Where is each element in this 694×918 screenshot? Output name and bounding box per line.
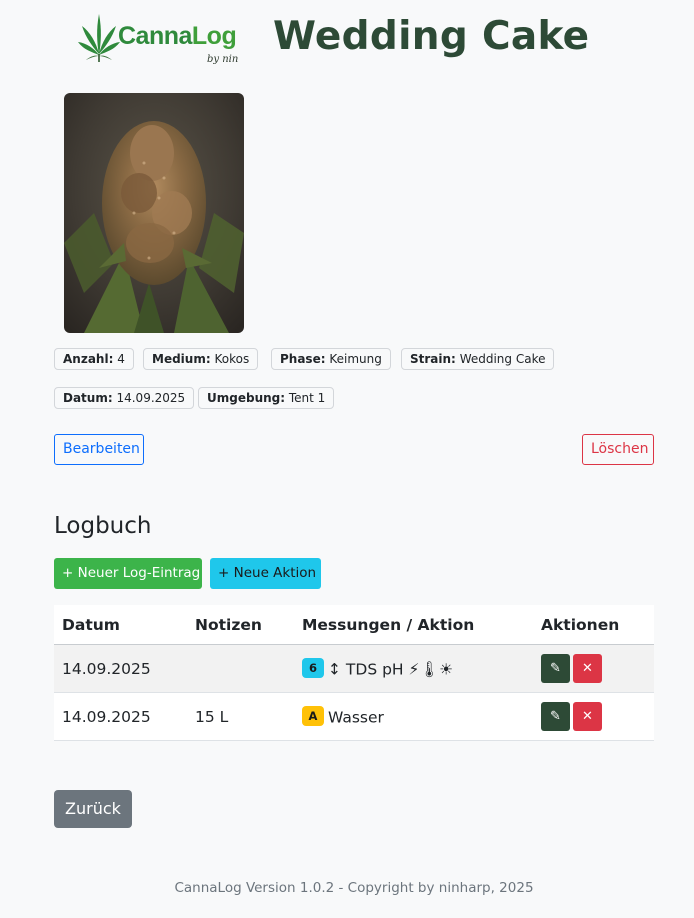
row-edit-button[interactable]: ✎: [541, 654, 570, 683]
measurement-count-badge: 6: [302, 658, 324, 678]
page-header: CannaLog by nin Wedding Cake: [0, 0, 694, 80]
badge-anzahl: Anzahl: 4: [54, 348, 134, 370]
action-name: Wasser: [328, 708, 384, 727]
edit-button[interactable]: Bearbeiten: [54, 434, 144, 465]
row-delete-button[interactable]: ✕: [573, 654, 602, 683]
measurement-icons: ↕ TDS pH ⚡🌡☀: [328, 660, 453, 679]
badge-medium: Medium: Kokos: [143, 348, 259, 370]
table-header: Datum Notizen Messungen / Aktion Aktione…: [54, 605, 654, 645]
pencil-icon: ✎: [550, 661, 561, 676]
table-row: 14.09.2025 15 L A Wasser ✎ ✕: [54, 693, 654, 741]
row-measurements: A Wasser: [302, 706, 384, 728]
row-notes: 15 L: [195, 708, 229, 726]
close-icon: ✕: [582, 661, 593, 676]
action-type-badge: A: [302, 706, 324, 726]
badge-phase: Phase: Keimung: [271, 348, 391, 370]
footer-copyright: CannaLog Version 1.0.2 - Copyright by ni…: [174, 880, 534, 896]
page-title: Wedding Cake: [273, 14, 590, 59]
logo-brand-text: CannaLog: [118, 22, 237, 50]
badge-strain: Strain: Wedding Cake: [401, 348, 555, 370]
close-icon: ✕: [582, 709, 593, 724]
column-header-aktionen: Aktionen: [541, 616, 620, 634]
plant-photo: [64, 93, 244, 333]
row-edit-button[interactable]: ✎: [541, 702, 570, 731]
cannalog-logo[interactable]: CannaLog by nin: [78, 12, 244, 68]
delete-button[interactable]: Löschen: [582, 434, 654, 465]
row-delete-button[interactable]: ✕: [573, 702, 602, 731]
pencil-icon: ✎: [550, 709, 561, 724]
badge-umgebung: Umgebung: Tent 1: [198, 387, 335, 409]
back-button[interactable]: Zurück: [54, 790, 132, 828]
new-action-button[interactable]: + Neue Aktion: [210, 558, 321, 589]
badge-datum: Datum: 14.09.2025: [54, 387, 195, 409]
new-log-entry-button[interactable]: + Neuer Log-Eintrag: [54, 558, 202, 589]
cannabis-leaf-icon: [78, 14, 120, 62]
column-header-notizen: Notizen: [195, 616, 262, 634]
logo-byline: by nin: [207, 54, 239, 65]
row-measurements: 6 ↕ TDS pH ⚡🌡☀: [302, 658, 453, 680]
column-header-messungen: Messungen / Aktion: [302, 616, 475, 634]
logbook-title: Logbuch: [54, 513, 152, 539]
column-header-datum: Datum: [62, 616, 120, 634]
row-date: 14.09.2025: [62, 708, 151, 726]
logbook-table: Datum Notizen Messungen / Aktion Aktione…: [54, 605, 654, 741]
row-date: 14.09.2025: [62, 660, 151, 678]
table-row: 14.09.2025 6 ↕ TDS pH ⚡🌡☀ ✎ ✕: [54, 645, 654, 693]
